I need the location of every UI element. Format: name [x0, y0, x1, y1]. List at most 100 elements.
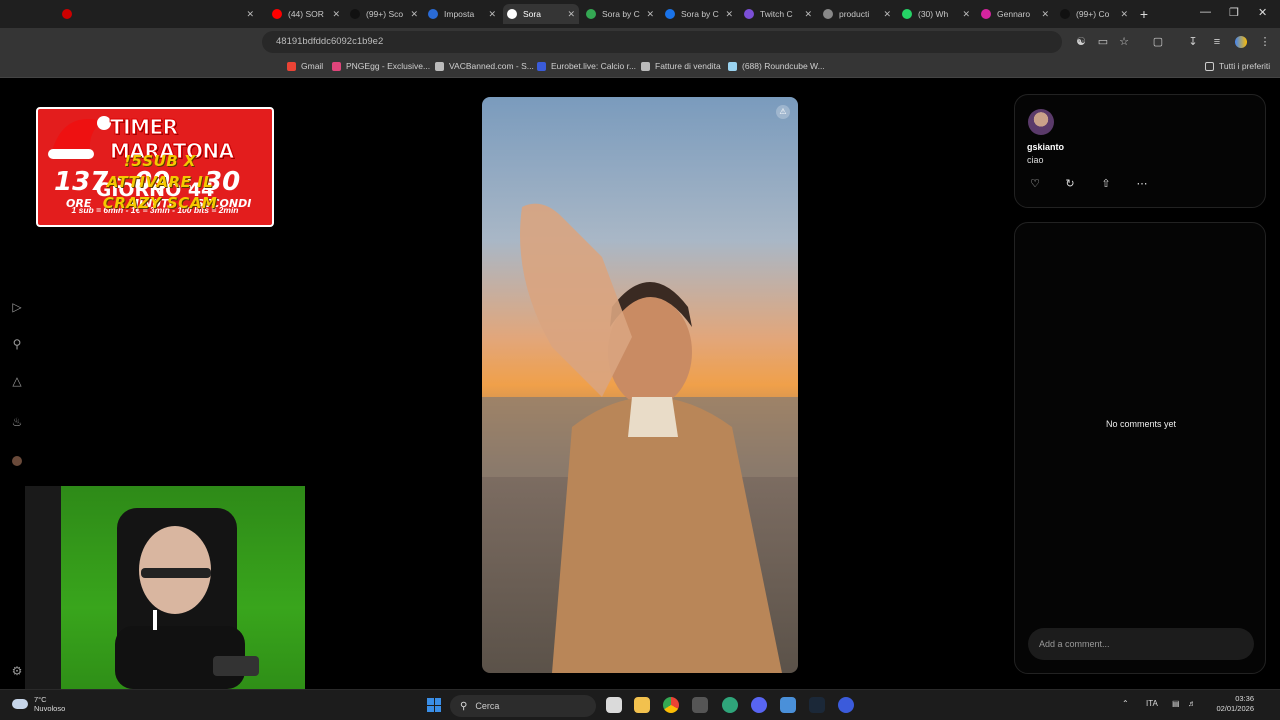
bookmarks-bar: Gmail PNGEgg - Exclusive... VACBanned.com …	[0, 56, 1280, 78]
browser-tab[interactable]: (99+) Sco ✕	[346, 4, 422, 24]
close-window-icon[interactable]: ✕	[1258, 6, 1267, 19]
browser-tab[interactable]: (99+) Co ✕	[1056, 4, 1132, 24]
tab-close-icon[interactable]: ✕	[488, 9, 496, 20]
address-bar[interactable]: 48191bdfddc6092c1b9e2	[262, 31, 1062, 53]
tab-label: (44) SOR	[288, 9, 324, 19]
translate-icon[interactable]: ☯	[1075, 36, 1087, 48]
downloads-icon[interactable]: ↧	[1187, 36, 1199, 48]
profile-avatar[interactable]	[1235, 36, 1247, 48]
browser-tab[interactable]: (30) Wh ✕	[898, 4, 974, 24]
task-view-icon[interactable]	[606, 697, 622, 713]
page-content: ▷ ⚲ △ ♨ ⚙ TIMER MARATONA 137 : 09 : 30 O…	[0, 79, 1280, 689]
tab-strip: ✕ (44) SOR ✕ (99+) Sco ✕ Imposta ✕ Sora ✕ Sora by…	[0, 0, 1280, 28]
browser-tab[interactable]: (44) SOR ✕	[268, 4, 344, 24]
bookmark-star-icon[interactable]: ☆	[1118, 36, 1130, 48]
profile-icon[interactable]	[12, 456, 22, 466]
avatar[interactable]	[1028, 109, 1054, 135]
video-player[interactable]: ⚠	[482, 97, 798, 673]
bookmark-favicon-icon	[641, 61, 650, 71]
extensions-icon[interactable]: ▢	[1152, 36, 1164, 48]
bookmark-item[interactable]: Gmail	[287, 61, 323, 71]
tab-close-icon[interactable]: ✕	[883, 9, 891, 20]
bell-icon[interactable]: ♨	[10, 415, 24, 429]
maximize-icon[interactable]: ❐	[1229, 6, 1239, 19]
menu-icon[interactable]: ⋮	[1259, 36, 1271, 48]
all-bookmarks[interactable]: Tutti i preferiti	[1205, 61, 1270, 71]
reading-list-icon[interactable]: ≡	[1211, 36, 1223, 48]
post-caption: ciao	[1027, 155, 1044, 165]
app-icon[interactable]	[692, 697, 708, 713]
windows-logo-tile	[427, 705, 434, 712]
tab-label: Sora by C	[602, 9, 640, 19]
tab-close-icon[interactable]: ✕	[332, 9, 340, 20]
minimize-icon[interactable]: —	[1200, 6, 1211, 18]
remix-icon[interactable]: ↻	[1063, 177, 1077, 191]
browser-tab[interactable]: Sora by C ✕	[582, 4, 658, 24]
tab-label: Gennaro	[997, 9, 1031, 19]
browser-tab[interactable]: Sora ✕	[503, 4, 579, 24]
tab-label: producti	[839, 9, 870, 19]
clock[interactable]: 03:36 02/01/2026	[1206, 694, 1254, 714]
browser-tab[interactable]: producti ✕	[819, 4, 895, 24]
bookmark-label: Gmail	[301, 61, 324, 71]
no-comments-text: No comments yet	[1105, 419, 1177, 429]
post-info-card: gskianto ciao ♡ ↻ ⇧ ⋯	[1014, 94, 1266, 208]
more-options-icon[interactable]: ⋯	[1135, 177, 1149, 191]
bookmark-item[interactable]: Eurobet.live: Calcio r...	[537, 61, 636, 71]
post-username[interactable]: gskianto	[1027, 142, 1064, 152]
network-icon[interactable]: ▤	[1172, 699, 1180, 708]
chevron-up-icon[interactable]: ⌃	[1122, 699, 1129, 708]
share-icon[interactable]: ⇧	[1099, 177, 1113, 191]
app-icon[interactable]	[780, 697, 796, 713]
tab-close-icon[interactable]: ✕	[725, 9, 733, 20]
file-explorer-icon[interactable]	[634, 697, 650, 713]
tab-close-icon[interactable]: ✕	[1041, 9, 1049, 20]
browser-tab[interactable]: Sora by C ✕	[661, 4, 737, 24]
browser-tab[interactable]: Imposta ✕	[424, 4, 500, 24]
tab-close-icon[interactable]: ✕	[410, 9, 418, 20]
tab-favicon-icon	[981, 9, 991, 19]
weather-widget[interactable]: 7°C Nuvoloso	[12, 695, 65, 713]
windows-logo-tile	[434, 705, 441, 712]
tab-favicon-icon	[507, 9, 517, 19]
comment-input[interactable]	[1028, 628, 1254, 660]
install-icon[interactable]: ▭	[1097, 36, 1109, 48]
mute-icon[interactable]: ⚠	[776, 105, 790, 119]
heart-icon[interactable]: ♡	[1028, 177, 1042, 191]
taskbar: 7°C Nuvoloso ⚲ Cerca ⌃ ITA ▤ ♬ 03:36 02/…	[0, 689, 1280, 720]
browser-tab[interactable]: Gennaro ✕	[977, 4, 1053, 24]
bookmark-label: (688) Roundcube W...	[742, 61, 825, 71]
bookmark-item[interactable]: (688) Roundcube W...	[728, 61, 825, 71]
volume-icon[interactable]: ♬	[1188, 699, 1196, 708]
tab-close-icon[interactable]: ✕	[962, 9, 970, 20]
tab-favicon-icon	[744, 9, 754, 19]
tab-close-icon[interactable]: ✕	[1120, 9, 1128, 20]
bookmark-label: VACBanned.com - S...	[449, 61, 534, 71]
bookmark-favicon-icon	[537, 61, 546, 71]
tab-close-icon[interactable]: ✕	[567, 9, 575, 20]
language-indicator[interactable]: ITA	[1146, 699, 1158, 708]
trophy-icon[interactable]: △	[10, 374, 24, 388]
settings-icon[interactable]: ⚙	[10, 664, 24, 678]
steam-icon[interactable]	[809, 697, 825, 713]
taskbar-search[interactable]: ⚲ Cerca	[450, 695, 596, 717]
start-button[interactable]	[427, 698, 441, 712]
browser-tab[interactable]: Twitch C ✕	[740, 4, 816, 24]
bookmark-item[interactable]: VACBanned.com - S...	[435, 61, 534, 71]
tab-close-icon[interactable]: ✕	[804, 9, 812, 20]
bookmark-item[interactable]: PNGEgg - Exclusive...	[332, 61, 430, 71]
bookmark-item[interactable]: Fatture di vendita	[641, 61, 721, 71]
play-icon[interactable]: ▷	[10, 300, 24, 314]
edge-icon[interactable]	[722, 697, 738, 713]
browser-tab[interactable]: ✕	[58, 4, 258, 24]
app-icon[interactable]	[838, 697, 854, 713]
chrome-icon[interactable]	[663, 697, 679, 713]
bookmark-favicon-icon	[435, 61, 444, 71]
clock-time: 03:36	[1235, 694, 1254, 703]
discord-icon[interactable]	[751, 697, 767, 713]
search-icon[interactable]: ⚲	[10, 337, 24, 351]
tab-close-icon[interactable]: ✕	[646, 9, 654, 20]
new-tab-button[interactable]: +	[1136, 6, 1152, 22]
browser-toolbar: 48191bdfddc6092c1b9e2 ☯ ▭ ☆ ▢ ↧ ≡ ⋮	[0, 28, 1280, 56]
tab-close-icon[interactable]: ✕	[246, 9, 254, 20]
